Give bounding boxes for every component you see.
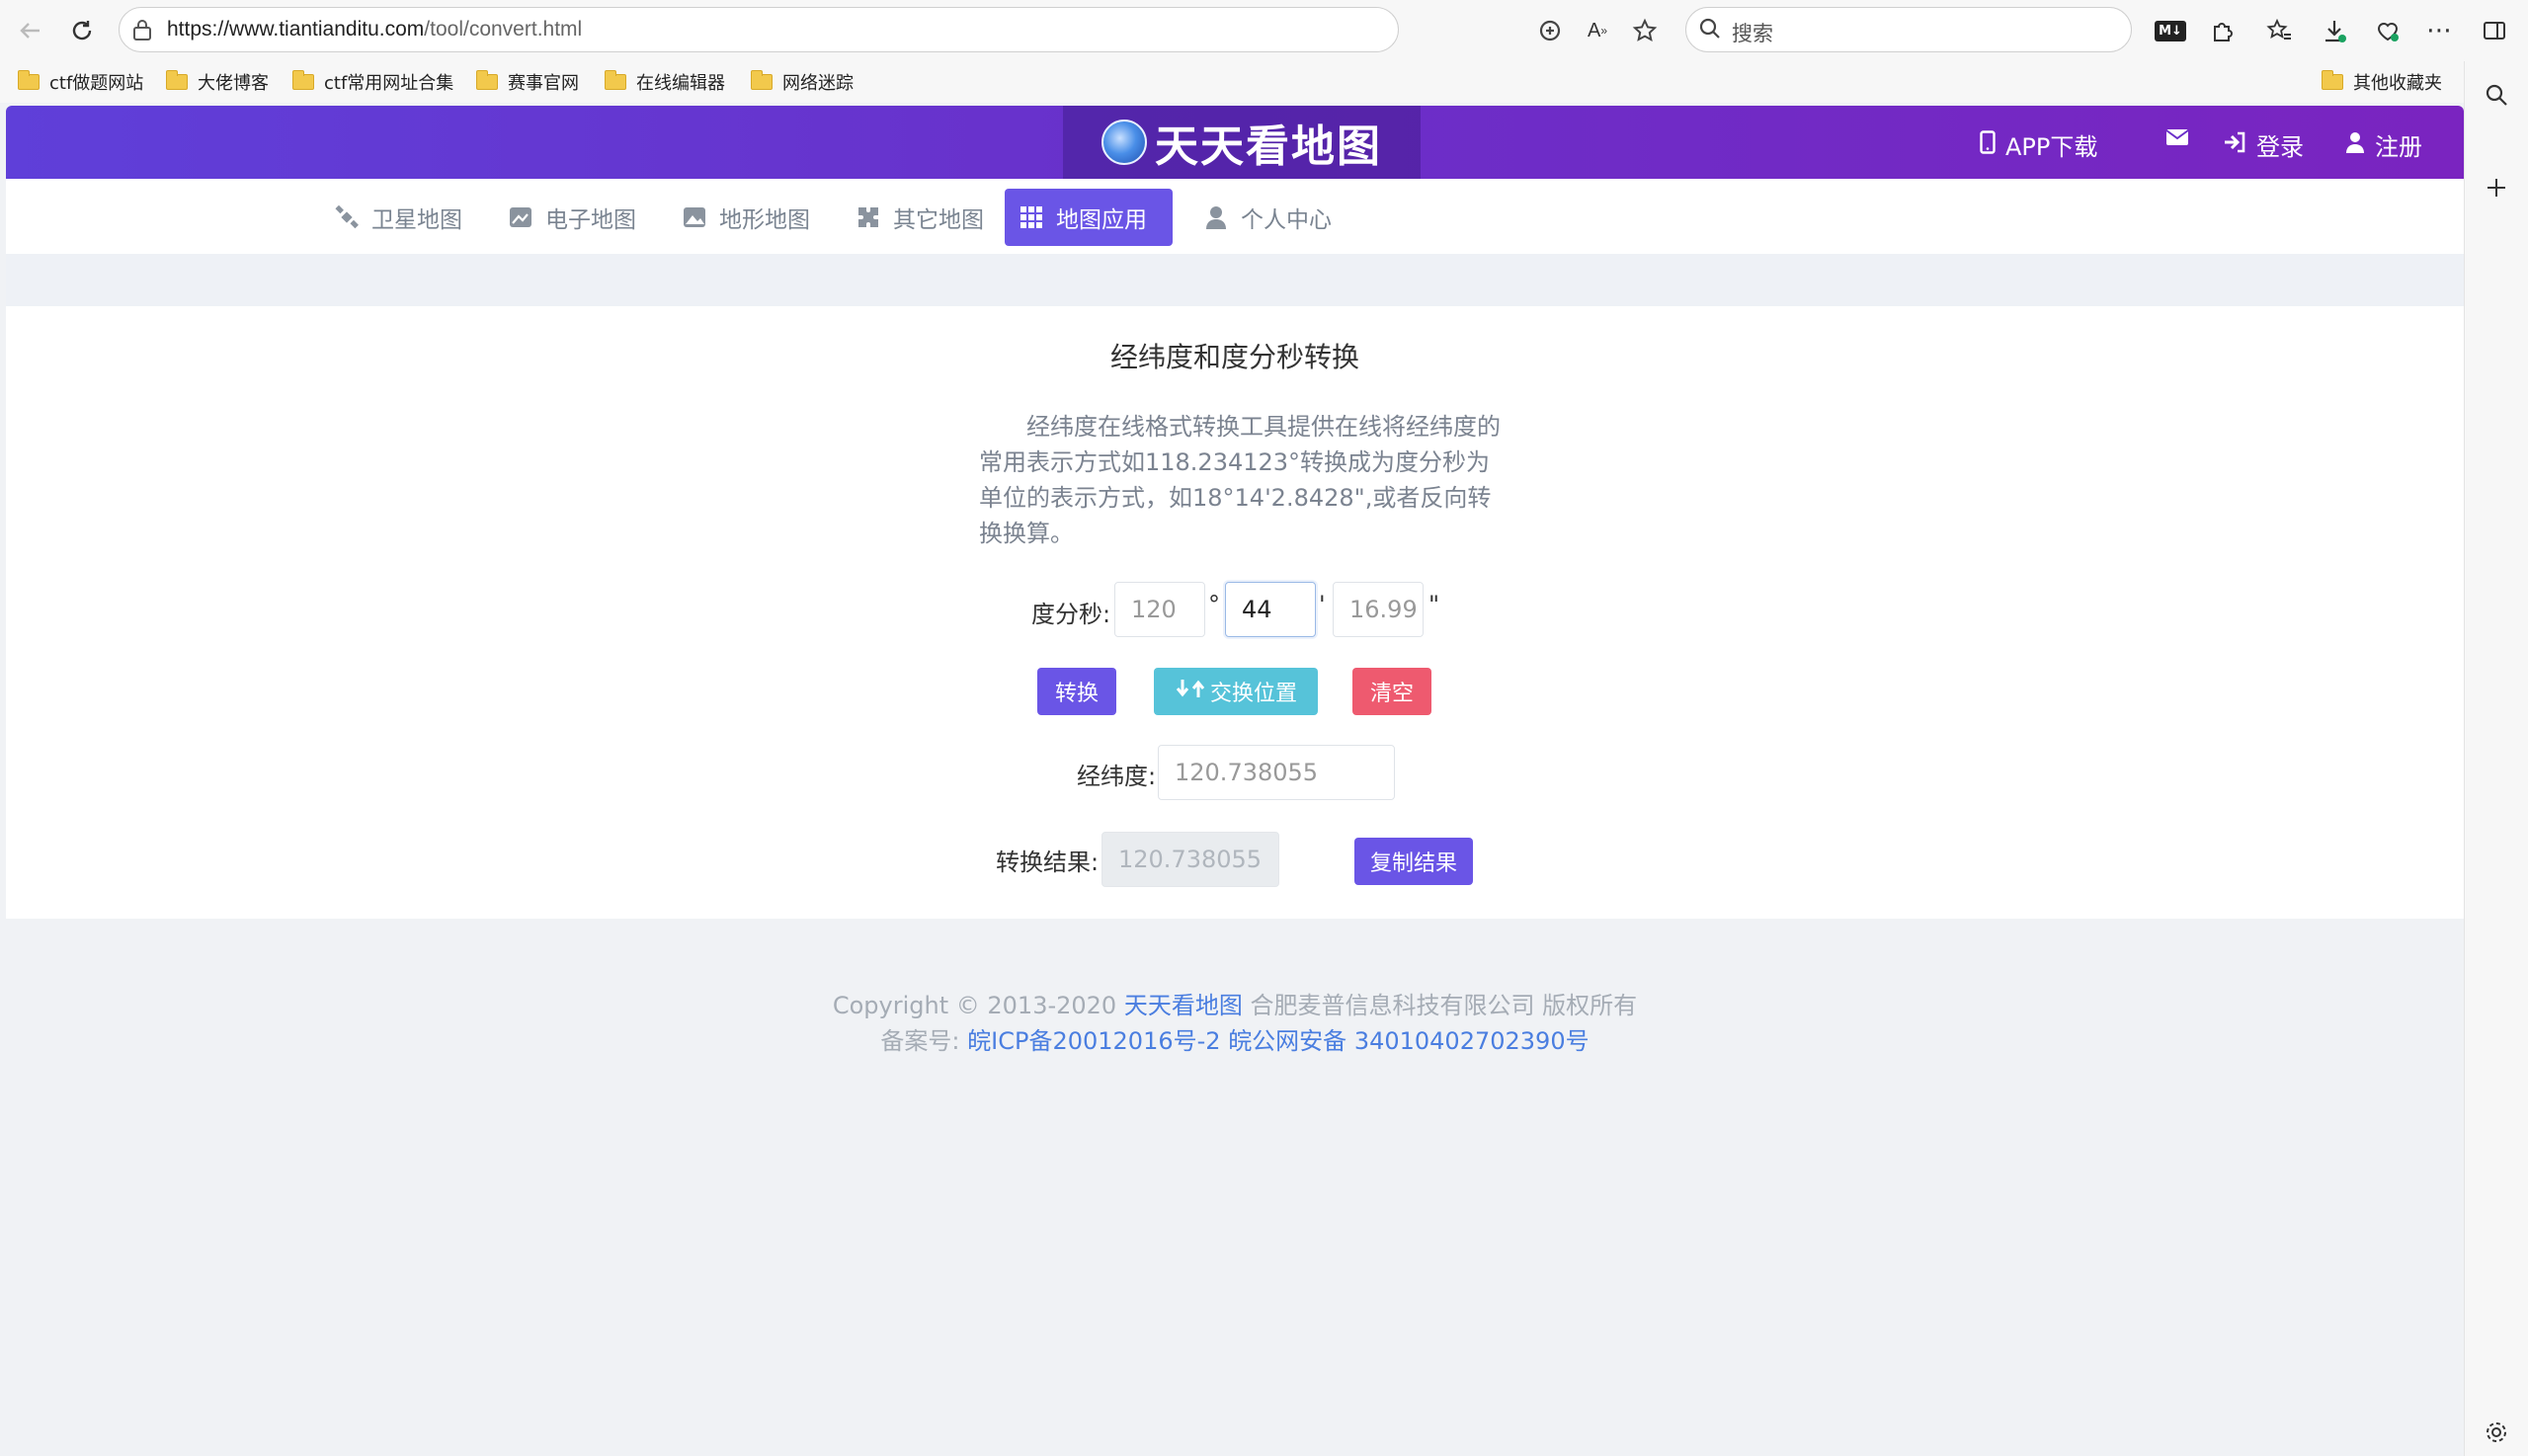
police-record-link[interactable]: 皖公网安备 34010402702390号 xyxy=(1228,1027,1589,1055)
login-link[interactable]: 登录 xyxy=(2223,127,2304,162)
site-header: 天天看地图 APP下载 登录 注册 xyxy=(6,106,2464,179)
second-symbol: " xyxy=(1428,591,1440,618)
grid-icon xyxy=(1019,204,1044,230)
icp-link[interactable]: 皖ICP备20012016号-2 xyxy=(967,1027,1220,1055)
nav-item-terrain-map[interactable]: 地形地图 xyxy=(668,189,824,246)
read-aloud-icon[interactable]: A» xyxy=(1581,14,1614,47)
bookmarks-bar: ctf做题网站 大佬博客 ctf常用网址合集 赛事官网 在线编辑器 网络迷踪 其… xyxy=(0,61,2528,103)
nav-item-map-apps[interactable]: 地图应用 xyxy=(1005,189,1173,246)
folder-icon xyxy=(18,70,40,90)
downloads-icon[interactable] xyxy=(2318,14,2351,47)
degree-symbol: ° xyxy=(1208,591,1220,618)
search-icon xyxy=(1698,17,1722,44)
browser-toolbar: https://www.tiantianditu.com/tool/conver… xyxy=(0,0,2528,61)
sidebar-toggle-icon[interactable] xyxy=(2478,14,2511,47)
bookmark-folder[interactable]: 在线编辑器 xyxy=(605,68,725,96)
copyright-line: Copyright © 2013-2020 天天看地图 合肥麦普信息科技有限公司… xyxy=(832,992,1638,1019)
minute-input[interactable]: 44 xyxy=(1225,582,1316,637)
app-download-link[interactable]: APP下载 xyxy=(1980,127,2097,162)
folder-icon xyxy=(166,70,188,90)
site-name-link[interactable]: 天天看地图 xyxy=(1124,992,1243,1019)
degree-input[interactable]: 120 xyxy=(1114,582,1205,637)
main-nav: 卫星地图 电子地图 地形地图 其它地图 地图应用 个人中心 xyxy=(6,179,2464,254)
add-icon[interactable] xyxy=(2481,172,2512,203)
folder-icon xyxy=(751,70,773,90)
content-spacer xyxy=(6,254,2464,306)
sign-in-icon xyxy=(2223,131,2246,159)
icp-line: 备案号: 皖ICP备20012016号-2 皖公网安备 340104027023… xyxy=(880,1027,1590,1055)
minute-symbol: ' xyxy=(1319,591,1326,618)
refresh-icon[interactable] xyxy=(65,14,99,47)
tool-description: 经纬度在线格式转换工具提供在线将经纬度的常用表示方式如118.234123°转换… xyxy=(979,413,1501,547)
bookmark-folder[interactable]: 赛事官网 xyxy=(476,68,579,96)
browser-search-box[interactable]: 搜索 xyxy=(1685,7,2132,52)
nav-item-user-center[interactable]: 个人中心 xyxy=(1189,189,1346,246)
other-favorites-folder[interactable]: 其他收藏夹 xyxy=(2322,68,2442,96)
back-icon[interactable] xyxy=(14,14,47,47)
folder-icon xyxy=(476,70,498,90)
result-label: 转换结果: xyxy=(996,849,1100,876)
markdown-extension-icon[interactable]: M↓ xyxy=(2154,14,2187,47)
envelope-icon xyxy=(2165,127,2189,152)
more-options-icon[interactable]: ⋯ xyxy=(2422,14,2456,47)
nav-item-other-maps[interactable]: 其它地图 xyxy=(842,189,998,246)
search-icon[interactable] xyxy=(2481,79,2512,111)
second-input[interactable]: 16.99 xyxy=(1333,582,1424,637)
folder-icon xyxy=(605,70,626,90)
url-text: https://www.tiantianditu.com/tool/conver… xyxy=(167,18,583,40)
favorite-star-icon[interactable] xyxy=(1628,14,1662,47)
decimal-input[interactable]: 120.738055 xyxy=(1158,745,1395,800)
lock-icon xyxy=(131,18,153,45)
register-link[interactable]: 注册 xyxy=(2345,127,2422,162)
swap-position-button[interactable]: 交换位置 xyxy=(1154,668,1318,715)
converter-card: 经纬度和度分秒转换 经纬度在线格式转换工具提供在线将经纬度的常用表示方式如118… xyxy=(6,306,2464,919)
page-title: 经纬度和度分秒转换 xyxy=(1109,341,1359,373)
terrain-icon xyxy=(682,204,707,230)
search-placeholder: 搜索 xyxy=(1732,22,1773,45)
settings-gear-icon[interactable] xyxy=(2481,1416,2512,1448)
app-available-icon[interactable] xyxy=(1533,14,1567,47)
mobile-phone-icon xyxy=(1980,129,1996,160)
address-bar[interactable]: https://www.tiantianditu.com/tool/conver… xyxy=(119,7,1399,52)
satellite-icon xyxy=(334,204,360,230)
globe-logo-icon xyxy=(1101,120,1147,165)
user-icon xyxy=(2345,131,2365,159)
clear-button[interactable]: 清空 xyxy=(1352,668,1431,715)
bookmark-folder[interactable]: ctf常用网址合集 xyxy=(292,68,453,96)
extensions-icon[interactable] xyxy=(2205,14,2239,47)
nav-item-satellite-map[interactable]: 卫星地图 xyxy=(320,189,476,246)
favorites-list-icon[interactable] xyxy=(2262,14,2296,47)
bookmark-folder[interactable]: 网络迷踪 xyxy=(751,68,854,96)
puzzle-icon xyxy=(856,204,881,230)
map-icon xyxy=(508,204,533,230)
browser-essentials-icon[interactable] xyxy=(2371,14,2405,47)
decimal-label: 经纬度: xyxy=(1077,763,1157,790)
folder-icon xyxy=(292,70,314,90)
swap-arrows-icon xyxy=(1175,678,1208,705)
mail-link[interactable] xyxy=(2165,127,2199,152)
site-logo[interactable]: 天天看地图 xyxy=(1063,106,1421,179)
copy-result-button[interactable]: 复制结果 xyxy=(1354,838,1473,885)
nav-item-electronic-map[interactable]: 电子地图 xyxy=(494,189,650,246)
bookmark-folder[interactable]: ctf做题网站 xyxy=(18,68,143,96)
bookmark-folder[interactable]: 大佬博客 xyxy=(166,68,269,96)
dms-label: 度分秒: xyxy=(1031,601,1111,628)
result-output: 120.738055 xyxy=(1101,832,1279,887)
user-icon xyxy=(1203,204,1229,230)
folder-icon xyxy=(2322,70,2343,90)
browser-sidebar xyxy=(2464,61,2528,1456)
page-footer: Copyright © 2013-2020 天天看地图 合肥麦普信息科技有限公司… xyxy=(6,988,2464,1059)
convert-button[interactable]: 转换 xyxy=(1037,668,1116,715)
